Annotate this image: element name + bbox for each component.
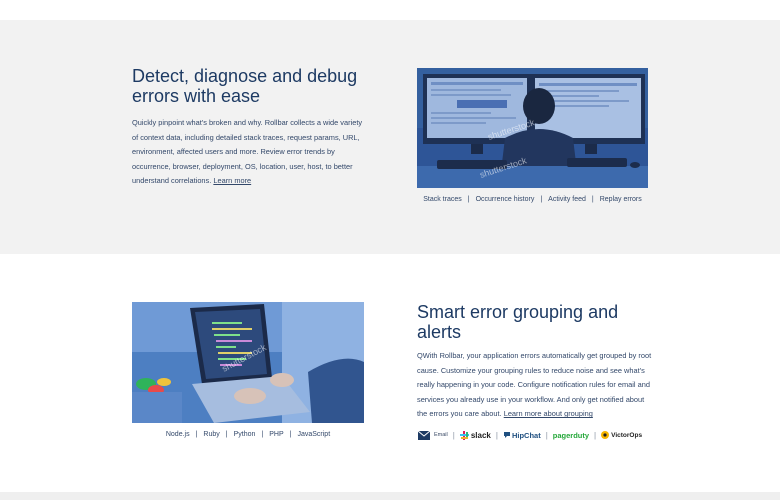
feature-section-detect: Detect, diagnose and debug errors with e…: [0, 20, 780, 254]
victorops-label: VictorOps: [611, 431, 643, 439]
section-description: Quickly pinpoint what's broken and why. …: [132, 116, 368, 189]
tab-stack-traces[interactable]: Stack traces: [423, 196, 462, 203]
section-description: QWith Rollbar, your application errors a…: [417, 349, 653, 422]
tab-php[interactable]: PHP: [269, 431, 283, 438]
learn-more-grouping-link[interactable]: Learn more about grouping: [504, 409, 593, 418]
section-title: Smart error grouping and alerts: [417, 302, 619, 342]
separator: |: [540, 196, 543, 203]
separator: |: [594, 430, 597, 440]
integration-victorops: VictorOps: [601, 431, 642, 439]
hipchat-label: HipChat: [511, 430, 541, 440]
slack-icon: [459, 430, 469, 440]
top-bar: [0, 0, 780, 20]
separator: |: [289, 431, 292, 438]
feature-tabs: Stack traces | Occurrence history | Activity…: [417, 196, 648, 203]
email-label: Email: [434, 432, 448, 438]
integration-email: Email: [418, 430, 448, 440]
integration-hipchat: HipChat: [503, 431, 541, 440]
developers-photo: shutterstock shutterstock: [417, 68, 648, 188]
language-tabs: Node.js | Ruby | Python | PHP | JavaScript: [132, 431, 364, 438]
separator: |: [452, 430, 455, 440]
hipchat-icon: [503, 432, 510, 438]
separator: |: [545, 430, 548, 440]
laptop-photo: shutterstock: [132, 302, 364, 423]
tab-javascript[interactable]: JavaScript: [297, 431, 330, 438]
slack-label: slack: [470, 430, 491, 440]
tab-activity-feed[interactable]: Activity feed: [548, 196, 586, 203]
tab-python[interactable]: Python: [234, 431, 256, 438]
separator: |: [591, 196, 594, 203]
tab-replay-errors[interactable]: Replay errors: [600, 196, 642, 203]
separator: |: [467, 196, 470, 203]
separator: |: [495, 430, 498, 440]
section-title: Detect, diagnose and debug errors with e…: [132, 66, 358, 106]
integrations-row: Email | slack | HipChat | pagerduty | Vi…: [418, 428, 658, 442]
victorops-icon: [601, 431, 610, 439]
separator: |: [261, 431, 264, 438]
integration-slack: slack: [459, 430, 491, 440]
tab-ruby[interactable]: Ruby: [203, 431, 219, 438]
integration-pagerduty: pagerduty: [553, 431, 589, 440]
separator: |: [195, 431, 198, 438]
tab-occurrence-history[interactable]: Occurrence history: [476, 196, 535, 203]
feature-section-grouping: shutterstock Node.js | Ruby | Python | PHP | Jav…: [0, 254, 780, 492]
pagerduty-icon: pagerduty: [552, 430, 590, 440]
bottom-bar: [0, 492, 780, 500]
separator: |: [225, 431, 228, 438]
learn-more-link[interactable]: Learn more: [213, 176, 251, 185]
email-icon: [418, 430, 430, 440]
tab-nodejs[interactable]: Node.js: [166, 431, 190, 438]
